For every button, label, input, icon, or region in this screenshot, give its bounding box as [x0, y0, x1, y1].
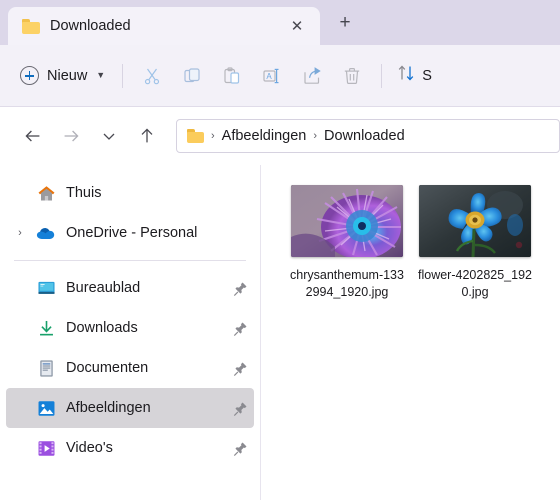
sidebar-item-bureaublad[interactable]: Bureaublad: [6, 268, 254, 308]
file-name: chrysanthemum-1332994_1920.jpg: [290, 268, 404, 299]
cut-button[interactable]: [132, 58, 172, 94]
document-icon: [32, 359, 60, 378]
sidebar-item-onedrive[interactable]: › OneDrive - Personal: [6, 213, 254, 253]
sort-label: S: [422, 67, 432, 84]
sidebar-item-videos[interactable]: Video's: [6, 428, 254, 468]
sidebar-item-thuis[interactable]: Thuis: [6, 173, 254, 213]
toolbar-divider: [122, 63, 124, 88]
new-button[interactable]: Nieuw ▼: [16, 60, 113, 92]
navigation-pane: Thuis › OneDrive - Personal Bureaublad D…: [0, 165, 261, 500]
address-bar[interactable]: › Afbeeldingen › Downloaded: [176, 119, 560, 153]
forward-button[interactable]: [52, 119, 90, 153]
sidebar-item-downloads[interactable]: Downloads: [6, 308, 254, 348]
file-item[interactable]: chrysanthemum-1332994_1920.jpg: [283, 181, 411, 301]
tab-title: Downloaded: [50, 18, 131, 34]
pin-icon[interactable]: [230, 321, 250, 336]
up-button[interactable]: [128, 119, 166, 153]
breadcrumb-separator-2: ›: [313, 130, 318, 142]
copy-button[interactable]: [172, 58, 212, 94]
command-bar: Nieuw ▼ A S: [0, 45, 560, 107]
sidebar-item-afbeeldingen[interactable]: Afbeeldingen: [6, 388, 254, 428]
plus-circle-icon: [20, 66, 39, 85]
file-grid[interactable]: chrysanthemum-1332994_1920.jpg flower-42…: [261, 165, 560, 500]
toolbar-divider-2: [381, 63, 383, 88]
new-button-label: Nieuw: [47, 67, 88, 84]
rename-button[interactable]: A: [252, 58, 292, 94]
delete-button[interactable]: [332, 58, 372, 94]
close-icon[interactable]: ✕: [284, 13, 310, 39]
title-bar: Downloaded ✕ +: [0, 0, 560, 45]
chevron-right-icon[interactable]: ›: [8, 227, 32, 239]
sidebar-item-label: Documenten: [66, 360, 149, 376]
folder-icon: [22, 18, 40, 34]
sort-button[interactable]: S: [391, 58, 438, 94]
sort-arrows-icon: [397, 63, 416, 88]
pin-icon[interactable]: [230, 281, 250, 296]
sidebar-item-label: Downloads: [66, 320, 138, 336]
home-icon: [32, 184, 60, 203]
video-icon: [32, 439, 60, 458]
sidebar-item-label: Video's: [66, 440, 113, 456]
sidebar-item-label: Thuis: [66, 185, 102, 201]
body: Thuis › OneDrive - Personal Bureaublad D…: [0, 165, 560, 500]
pin-icon[interactable]: [230, 401, 250, 416]
download-icon: [32, 319, 60, 337]
pin-icon[interactable]: [230, 441, 250, 456]
recent-locations-button[interactable]: [90, 119, 128, 153]
sidebar-item-label: OneDrive - Personal: [66, 225, 198, 241]
svg-text:A: A: [267, 71, 273, 80]
cloud-icon: [32, 225, 60, 241]
tab-downloaded[interactable]: Downloaded ✕: [8, 7, 320, 45]
new-tab-button[interactable]: +: [330, 8, 360, 38]
folder-icon: [187, 129, 204, 143]
chevron-down-icon: ▼: [96, 70, 106, 80]
file-thumbnail: [419, 185, 531, 257]
breadcrumb-item-afbeeldingen[interactable]: Afbeeldingen: [222, 128, 307, 144]
share-button[interactable]: [292, 58, 332, 94]
sidebar-item-label: Bureaublad: [66, 280, 141, 296]
file-thumbnail: [291, 185, 403, 257]
pin-icon[interactable]: [230, 361, 250, 376]
breadcrumb-separator: ›: [211, 130, 215, 142]
sidebar-item-documenten[interactable]: Documenten: [6, 348, 254, 388]
file-name: flower-4202825_1920.jpg: [418, 268, 532, 299]
sidebar-item-label: Afbeeldingen: [66, 400, 151, 416]
paste-button[interactable]: [212, 58, 252, 94]
breadcrumb-item-downloaded[interactable]: Downloaded: [324, 128, 405, 144]
file-item[interactable]: flower-4202825_1920.jpg: [411, 181, 539, 301]
desktop-icon: [32, 280, 60, 297]
navigation-bar: › Afbeeldingen › Downloaded: [0, 107, 560, 165]
sidebar-divider: [14, 260, 246, 261]
back-button[interactable]: [14, 119, 52, 153]
pictures-icon: [32, 399, 60, 418]
